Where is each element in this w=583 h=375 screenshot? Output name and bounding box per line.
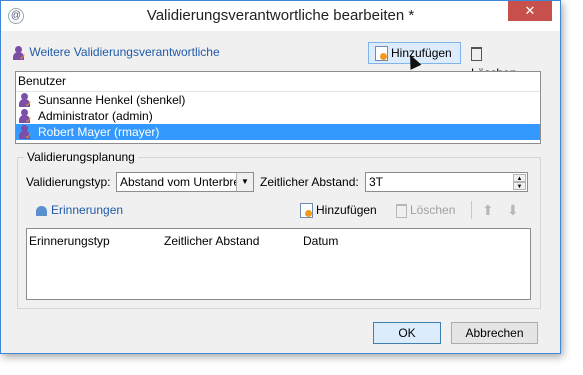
users-column-header[interactable]: Benutzer bbox=[16, 72, 540, 92]
add-button-label: Hinzufügen bbox=[391, 46, 452, 60]
interval-value: 3T bbox=[369, 175, 384, 189]
validation-type-select[interactable]: Abstand vom Unterbre ▼ bbox=[116, 172, 254, 192]
more-validators-link[interactable]: ✓ Weitere Validierungsverantwortliche bbox=[12, 45, 220, 61]
column-header-reminder-type[interactable]: Erinnerungstyp bbox=[29, 234, 110, 248]
toolbar-divider bbox=[471, 201, 472, 219]
users-toolbar: ✓ Weitere Validierungsverantwortliche Hi… bbox=[8, 41, 540, 80]
reminders-toolbar: Erinnerungen Hinzufügen Löschen ⬆ ⬇ bbox=[26, 199, 531, 223]
chevron-down-icon[interactable]: ▼ bbox=[236, 173, 253, 191]
bell-icon bbox=[36, 205, 47, 216]
delete-button[interactable]: Löschen bbox=[464, 42, 536, 80]
user-icon: ✓ bbox=[18, 92, 33, 108]
interval-spinner[interactable]: 3T ▲ ▼ bbox=[365, 172, 528, 192]
title-bar[interactable]: @ Validierungsverantwortliche bearbeiten… bbox=[1, 1, 560, 31]
reminder-delete-button[interactable]: Löschen bbox=[396, 203, 455, 218]
reminders-table[interactable]: Erinnerungstyp Zeitlicher Abstand Datum bbox=[26, 228, 531, 300]
column-header-date[interactable]: Datum bbox=[303, 234, 338, 248]
interval-label: Zeitlicher Abstand: bbox=[260, 175, 359, 189]
list-item[interactable]: ✓ Sunsanne Henkel (shenkel) bbox=[16, 92, 540, 108]
column-header-interval[interactable]: Zeitlicher Abstand bbox=[164, 234, 259, 248]
user-icon: ✓ bbox=[18, 108, 33, 124]
list-item-selected[interactable]: ✓ Robert Mayer (rmayer) bbox=[16, 124, 540, 140]
user-name: Administrator (admin) bbox=[38, 109, 153, 123]
validation-type-label: Validierungstyp: bbox=[26, 175, 111, 189]
spin-up-icon[interactable]: ▲ bbox=[513, 174, 526, 182]
spin-down-icon[interactable]: ▼ bbox=[513, 182, 526, 190]
reminder-delete-label: Löschen bbox=[410, 203, 456, 217]
reminders-link[interactable]: Erinnerungen bbox=[36, 203, 123, 217]
reminder-add-button[interactable]: Hinzufügen bbox=[300, 203, 377, 219]
users-list[interactable]: Benutzer ✓ Sunsanne Henkel (shenkel) ✓ Adm… bbox=[15, 71, 541, 144]
user-name: Robert Mayer (rmayer) bbox=[38, 125, 160, 139]
close-button[interactable]: ✕ bbox=[508, 1, 552, 21]
validation-type-value: Abstand vom Unterbre bbox=[120, 175, 241, 189]
reminder-add-label: Hinzufügen bbox=[316, 203, 377, 217]
add-icon bbox=[300, 203, 313, 219]
trash-icon bbox=[471, 46, 482, 61]
add-icon bbox=[375, 46, 388, 62]
planning-group-title: Validierungsplanung bbox=[24, 150, 138, 164]
user-icon: ✓ bbox=[18, 124, 33, 140]
arrow-up-icon[interactable]: ⬆ bbox=[482, 202, 494, 219]
cancel-button[interactable]: Abbrechen bbox=[451, 322, 538, 344]
user-name: Sunsanne Henkel (shenkel) bbox=[38, 93, 186, 107]
window-title: Validierungsverantwortliche bearbeiten * bbox=[146, 7, 415, 24]
more-validators-label: Weitere Validierungsverantwortliche bbox=[29, 45, 220, 59]
list-item[interactable]: ✓ Administrator (admin) bbox=[16, 108, 540, 124]
trash-icon bbox=[396, 203, 407, 218]
reminders-label: Erinnerungen bbox=[51, 203, 124, 217]
ok-button[interactable]: OK bbox=[373, 322, 441, 344]
arrow-down-icon[interactable]: ⬇ bbox=[507, 202, 519, 219]
user-icon: ✓ bbox=[12, 45, 27, 61]
